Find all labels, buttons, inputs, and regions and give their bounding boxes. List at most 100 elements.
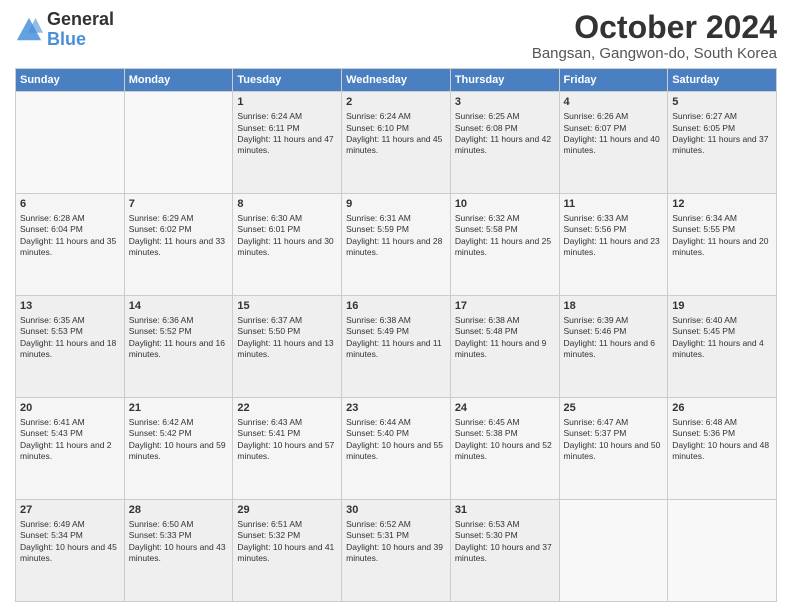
day-info: Sunrise: 6:41 AMSunset: 5:43 PMDaylight:… bbox=[20, 417, 120, 463]
calendar-cell: 25Sunrise: 6:47 AMSunset: 5:37 PMDayligh… bbox=[559, 398, 668, 500]
day-number: 26 bbox=[672, 401, 772, 416]
day-info: Sunrise: 6:44 AMSunset: 5:40 PMDaylight:… bbox=[346, 417, 446, 463]
day-number: 31 bbox=[455, 503, 555, 518]
col-header-saturday: Saturday bbox=[668, 69, 777, 92]
calendar-week-2: 6Sunrise: 6:28 AMSunset: 6:04 PMDaylight… bbox=[16, 194, 777, 296]
day-number: 23 bbox=[346, 401, 446, 416]
day-number: 16 bbox=[346, 299, 446, 314]
calendar-cell: 18Sunrise: 6:39 AMSunset: 5:46 PMDayligh… bbox=[559, 296, 668, 398]
calendar-week-4: 20Sunrise: 6:41 AMSunset: 5:43 PMDayligh… bbox=[16, 398, 777, 500]
calendar-cell: 9Sunrise: 6:31 AMSunset: 5:59 PMDaylight… bbox=[342, 194, 451, 296]
col-header-friday: Friday bbox=[559, 69, 668, 92]
day-info: Sunrise: 6:43 AMSunset: 5:41 PMDaylight:… bbox=[237, 417, 337, 463]
calendar-cell: 19Sunrise: 6:40 AMSunset: 5:45 PMDayligh… bbox=[668, 296, 777, 398]
day-number: 22 bbox=[237, 401, 337, 416]
logo: General Blue bbox=[15, 10, 114, 50]
calendar-cell: 28Sunrise: 6:50 AMSunset: 5:33 PMDayligh… bbox=[124, 500, 233, 602]
calendar-cell: 4Sunrise: 6:26 AMSunset: 6:07 PMDaylight… bbox=[559, 92, 668, 194]
calendar-cell: 2Sunrise: 6:24 AMSunset: 6:10 PMDaylight… bbox=[342, 92, 451, 194]
calendar-cell: 17Sunrise: 6:38 AMSunset: 5:48 PMDayligh… bbox=[450, 296, 559, 398]
calendar-cell: 1Sunrise: 6:24 AMSunset: 6:11 PMDaylight… bbox=[233, 92, 342, 194]
page: General Blue October 2024 Bangsan, Gangw… bbox=[0, 0, 792, 612]
day-info: Sunrise: 6:24 AMSunset: 6:10 PMDaylight:… bbox=[346, 111, 446, 157]
calendar-cell: 5Sunrise: 6:27 AMSunset: 6:05 PMDaylight… bbox=[668, 92, 777, 194]
day-number: 24 bbox=[455, 401, 555, 416]
day-info: Sunrise: 6:34 AMSunset: 5:55 PMDaylight:… bbox=[672, 213, 772, 259]
day-number: 3 bbox=[455, 95, 555, 110]
calendar-cell: 3Sunrise: 6:25 AMSunset: 6:08 PMDaylight… bbox=[450, 92, 559, 194]
col-header-tuesday: Tuesday bbox=[233, 69, 342, 92]
day-number: 6 bbox=[20, 197, 120, 212]
day-info: Sunrise: 6:26 AMSunset: 6:07 PMDaylight:… bbox=[564, 111, 664, 157]
day-number: 28 bbox=[129, 503, 229, 518]
day-number: 9 bbox=[346, 197, 446, 212]
calendar-cell: 20Sunrise: 6:41 AMSunset: 5:43 PMDayligh… bbox=[16, 398, 125, 500]
day-number: 25 bbox=[564, 401, 664, 416]
logo-line2: Blue bbox=[47, 29, 86, 49]
day-info: Sunrise: 6:33 AMSunset: 5:56 PMDaylight:… bbox=[564, 213, 664, 259]
title-block: October 2024 Bangsan, Gangwon-do, South … bbox=[532, 10, 777, 62]
day-number: 18 bbox=[564, 299, 664, 314]
day-info: Sunrise: 6:30 AMSunset: 6:01 PMDaylight:… bbox=[237, 213, 337, 259]
day-info: Sunrise: 6:27 AMSunset: 6:05 PMDaylight:… bbox=[672, 111, 772, 157]
calendar-cell bbox=[124, 92, 233, 194]
calendar-cell: 12Sunrise: 6:34 AMSunset: 5:55 PMDayligh… bbox=[668, 194, 777, 296]
calendar-cell: 23Sunrise: 6:44 AMSunset: 5:40 PMDayligh… bbox=[342, 398, 451, 500]
col-header-sunday: Sunday bbox=[16, 69, 125, 92]
day-number: 20 bbox=[20, 401, 120, 416]
day-info: Sunrise: 6:36 AMSunset: 5:52 PMDaylight:… bbox=[129, 315, 229, 361]
day-info: Sunrise: 6:37 AMSunset: 5:50 PMDaylight:… bbox=[237, 315, 337, 361]
calendar-cell: 29Sunrise: 6:51 AMSunset: 5:32 PMDayligh… bbox=[233, 500, 342, 602]
col-header-thursday: Thursday bbox=[450, 69, 559, 92]
calendar-cell: 11Sunrise: 6:33 AMSunset: 5:56 PMDayligh… bbox=[559, 194, 668, 296]
day-number: 21 bbox=[129, 401, 229, 416]
calendar-table: SundayMondayTuesdayWednesdayThursdayFrid… bbox=[15, 68, 777, 602]
subtitle: Bangsan, Gangwon-do, South Korea bbox=[532, 45, 777, 62]
main-title: October 2024 bbox=[532, 10, 777, 45]
calendar-cell: 30Sunrise: 6:52 AMSunset: 5:31 PMDayligh… bbox=[342, 500, 451, 602]
day-number: 8 bbox=[237, 197, 337, 212]
col-header-wednesday: Wednesday bbox=[342, 69, 451, 92]
calendar-cell bbox=[668, 500, 777, 602]
calendar-cell: 14Sunrise: 6:36 AMSunset: 5:52 PMDayligh… bbox=[124, 296, 233, 398]
day-number: 10 bbox=[455, 197, 555, 212]
calendar-cell: 21Sunrise: 6:42 AMSunset: 5:42 PMDayligh… bbox=[124, 398, 233, 500]
day-number: 7 bbox=[129, 197, 229, 212]
day-number: 12 bbox=[672, 197, 772, 212]
calendar-cell: 26Sunrise: 6:48 AMSunset: 5:36 PMDayligh… bbox=[668, 398, 777, 500]
calendar-cell: 16Sunrise: 6:38 AMSunset: 5:49 PMDayligh… bbox=[342, 296, 451, 398]
day-info: Sunrise: 6:31 AMSunset: 5:59 PMDaylight:… bbox=[346, 213, 446, 259]
logo-icon bbox=[15, 16, 43, 44]
day-number: 15 bbox=[237, 299, 337, 314]
header: General Blue October 2024 Bangsan, Gangw… bbox=[15, 10, 777, 62]
day-info: Sunrise: 6:39 AMSunset: 5:46 PMDaylight:… bbox=[564, 315, 664, 361]
calendar-cell: 13Sunrise: 6:35 AMSunset: 5:53 PMDayligh… bbox=[16, 296, 125, 398]
day-info: Sunrise: 6:32 AMSunset: 5:58 PMDaylight:… bbox=[455, 213, 555, 259]
day-info: Sunrise: 6:38 AMSunset: 5:48 PMDaylight:… bbox=[455, 315, 555, 361]
calendar-cell: 27Sunrise: 6:49 AMSunset: 5:34 PMDayligh… bbox=[16, 500, 125, 602]
calendar-cell: 22Sunrise: 6:43 AMSunset: 5:41 PMDayligh… bbox=[233, 398, 342, 500]
calendar-cell: 24Sunrise: 6:45 AMSunset: 5:38 PMDayligh… bbox=[450, 398, 559, 500]
day-number: 27 bbox=[20, 503, 120, 518]
day-number: 2 bbox=[346, 95, 446, 110]
calendar-week-3: 13Sunrise: 6:35 AMSunset: 5:53 PMDayligh… bbox=[16, 296, 777, 398]
logo-line1: General bbox=[47, 10, 114, 30]
day-info: Sunrise: 6:50 AMSunset: 5:33 PMDaylight:… bbox=[129, 519, 229, 565]
calendar-cell: 8Sunrise: 6:30 AMSunset: 6:01 PMDaylight… bbox=[233, 194, 342, 296]
day-info: Sunrise: 6:38 AMSunset: 5:49 PMDaylight:… bbox=[346, 315, 446, 361]
calendar-cell: 10Sunrise: 6:32 AMSunset: 5:58 PMDayligh… bbox=[450, 194, 559, 296]
day-number: 19 bbox=[672, 299, 772, 314]
day-number: 11 bbox=[564, 197, 664, 212]
col-header-monday: Monday bbox=[124, 69, 233, 92]
day-info: Sunrise: 6:53 AMSunset: 5:30 PMDaylight:… bbox=[455, 519, 555, 565]
calendar-cell: 31Sunrise: 6:53 AMSunset: 5:30 PMDayligh… bbox=[450, 500, 559, 602]
day-number: 13 bbox=[20, 299, 120, 314]
day-info: Sunrise: 6:24 AMSunset: 6:11 PMDaylight:… bbox=[237, 111, 337, 157]
day-info: Sunrise: 6:45 AMSunset: 5:38 PMDaylight:… bbox=[455, 417, 555, 463]
day-info: Sunrise: 6:28 AMSunset: 6:04 PMDaylight:… bbox=[20, 213, 120, 259]
day-info: Sunrise: 6:52 AMSunset: 5:31 PMDaylight:… bbox=[346, 519, 446, 565]
logo-text: General Blue bbox=[47, 10, 114, 50]
day-info: Sunrise: 6:48 AMSunset: 5:36 PMDaylight:… bbox=[672, 417, 772, 463]
day-info: Sunrise: 6:29 AMSunset: 6:02 PMDaylight:… bbox=[129, 213, 229, 259]
calendar-week-1: 1Sunrise: 6:24 AMSunset: 6:11 PMDaylight… bbox=[16, 92, 777, 194]
